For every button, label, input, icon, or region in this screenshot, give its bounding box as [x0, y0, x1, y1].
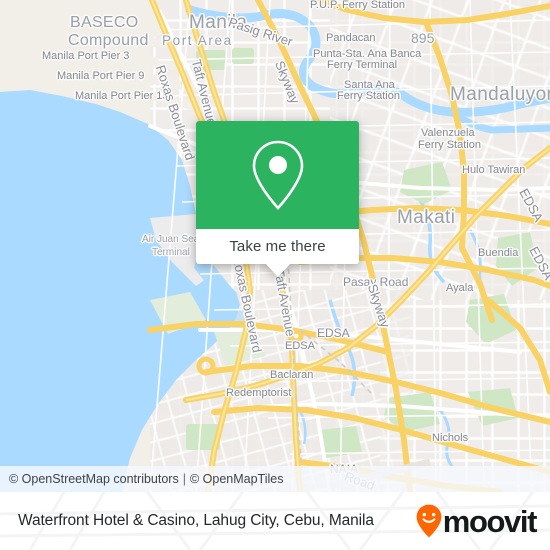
popup-pointer-tail: [265, 263, 291, 277]
attribution-separator: |: [182, 472, 186, 486]
map-canvas[interactable]: BASECO Compound Port Area Manila Manila Port…: [0, 0, 550, 492]
popup-image-area: [196, 121, 359, 229]
openmaptiles-attribution-link[interactable]: © OpenMapTiles: [190, 472, 284, 486]
moovit-wordmark: moovit: [442, 503, 538, 539]
location-title: Waterfront Hotel & Casino, Lahug City, C…: [18, 512, 374, 529]
moovit-pin-smiley-icon: [416, 504, 442, 538]
moovit-map-screenshot: BASECO Compound Port Area Manila Manila Port…: [0, 0, 550, 550]
map-attribution-bar: © OpenStreetMap contributors | © OpenMap…: [0, 466, 550, 492]
footer-bar: Waterfront Hotel & Casino, Lahug City, C…: [0, 492, 550, 550]
moovit-logo[interactable]: moovit: [416, 503, 538, 539]
osm-attribution-link[interactable]: © OpenStreetMap contributors: [9, 472, 179, 486]
map-pin-icon: [252, 140, 303, 210]
map-popup-card[interactable]: Take me there: [196, 121, 359, 277]
take-me-there-label: Take me there: [229, 238, 326, 255]
popup-action-area[interactable]: Take me there: [196, 229, 359, 264]
